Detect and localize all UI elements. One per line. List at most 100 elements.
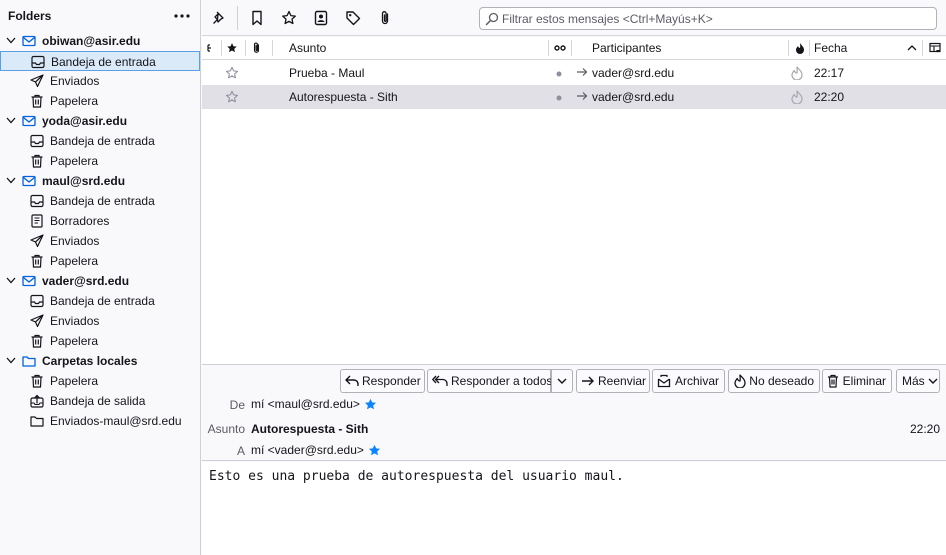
thread-row[interactable]: Prueba - Maul vader@srd.edu 22:17: [202, 61, 946, 85]
account-row[interactable]: Carpetas locales: [0, 351, 200, 371]
folder-label: Bandeja de entrada: [50, 194, 155, 208]
folder-row[interactable]: Bandeja de entrada: [0, 51, 200, 71]
envelope-icon: [22, 274, 36, 288]
thread-column-icon[interactable]: [554, 37, 566, 59]
folder-row[interactable]: Enviados: [0, 311, 200, 331]
tag-icon[interactable]: [343, 8, 363, 28]
column-picker-icon[interactable]: [929, 37, 941, 59]
folder-row[interactable]: Papelera: [0, 251, 200, 271]
attachment-column-icon[interactable]: [251, 37, 262, 59]
column-date[interactable]: Fecha: [814, 37, 847, 59]
folder-row[interactable]: Papelera: [0, 151, 200, 171]
send-icon: [30, 314, 44, 328]
column-separator: [809, 40, 810, 56]
folder-label: Bandeja de salida: [50, 394, 146, 408]
reply-all-dropdown[interactable]: [551, 369, 573, 393]
contact-star-icon[interactable]: [368, 444, 381, 457]
folder-row[interactable]: Enviados: [0, 231, 200, 251]
account-label: obiwan@asir.edu: [42, 34, 141, 48]
from-field[interactable]: mí <maul@srd.edu>: [251, 397, 377, 411]
account-label: maul@srd.edu: [42, 174, 126, 188]
forward-label: Reenviar: [598, 374, 647, 388]
delete-button[interactable]: Eliminar: [822, 369, 892, 393]
junk-column-icon[interactable]: [795, 37, 805, 59]
folder-label: Bandeja de entrada: [50, 134, 155, 148]
filter-messages-box: [479, 7, 937, 30]
folder-row[interactable]: Enviados-maul@srd.edu: [0, 411, 200, 431]
column-separator: [788, 40, 789, 56]
outgoing-arrow-icon: [576, 67, 588, 77]
more-horizontal-icon[interactable]: [173, 7, 191, 25]
account-label: vader@srd.edu: [42, 274, 130, 288]
folder-row[interactable]: Papelera: [0, 371, 200, 391]
to-field[interactable]: mí <vader@srd.edu>: [251, 443, 381, 457]
folder-row[interactable]: Bandeja de entrada: [0, 291, 200, 311]
junk-button[interactable]: No deseado: [728, 369, 820, 393]
folder-row[interactable]: Bandeja de entrada: [0, 191, 200, 211]
chevron-down-icon[interactable]: [6, 177, 16, 185]
date-value: 22:20: [909, 422, 940, 436]
reply-button[interactable]: Responder: [340, 369, 425, 393]
folder-row[interactable]: Bandeja de entrada: [0, 131, 200, 151]
unread-bookmark-icon[interactable]: [247, 8, 267, 28]
pin-icon[interactable]: [209, 8, 229, 28]
message-body-text: Esto es una prueba de autorespuesta del …: [209, 469, 624, 484]
outbox-icon: [30, 394, 44, 408]
contact-card-icon[interactable]: [311, 8, 331, 28]
inbox-icon: [30, 194, 44, 208]
star-column-icon[interactable]: [226, 37, 238, 59]
column-separator: [548, 40, 549, 56]
thread-column-picker-icon[interactable]: [206, 37, 214, 59]
chevron-down-icon[interactable]: [6, 37, 16, 45]
message-body: Esto es una prueba de autorespuesta del …: [202, 462, 946, 555]
trash-icon: [30, 94, 44, 108]
envelope-icon: [22, 114, 36, 128]
attachment-icon[interactable]: [375, 8, 395, 28]
flame-icon[interactable]: [791, 90, 803, 104]
folder-row[interactable]: Papelera: [0, 331, 200, 351]
from-label: De: [229, 398, 245, 412]
reply-all-button[interactable]: Responder a todos: [427, 369, 552, 393]
star-icon[interactable]: [225, 66, 239, 80]
filter-messages-input[interactable]: [502, 10, 932, 27]
folder-icon: [30, 414, 44, 428]
thread-correspondent: vader@srd.edu: [592, 90, 675, 104]
more-button[interactable]: Más: [896, 369, 940, 393]
account-row[interactable]: yoda@asir.edu: [0, 111, 200, 131]
forward-button[interactable]: Reenviar: [576, 369, 650, 393]
archive-button[interactable]: Archivar: [652, 369, 725, 393]
contact-star-icon[interactable]: [364, 398, 377, 411]
flame-icon[interactable]: [791, 66, 803, 80]
trash-icon: [30, 374, 44, 388]
chevron-down-icon[interactable]: [6, 117, 16, 125]
account-label: Carpetas locales: [42, 354, 138, 368]
unread-dot-icon[interactable]: [556, 71, 562, 77]
account-row[interactable]: vader@srd.edu: [0, 271, 200, 291]
message-header: Responder Responder a todos Reenviar Arc…: [202, 364, 946, 461]
folder-label: Papelera: [50, 94, 99, 108]
thread-date: 22:17: [814, 66, 845, 80]
thread-correspondent: vader@srd.edu: [592, 66, 675, 80]
chevron-down-icon[interactable]: [6, 357, 16, 365]
outgoing-arrow-icon: [576, 91, 588, 101]
folder-row[interactable]: Borradores: [0, 211, 200, 231]
inbox-icon: [30, 294, 44, 308]
star-icon[interactable]: [279, 8, 299, 28]
send-icon: [30, 74, 44, 88]
account-row[interactable]: maul@srd.edu: [0, 171, 200, 191]
sort-ascending-icon: [907, 37, 917, 59]
column-correspondents[interactable]: Participantes: [592, 37, 661, 59]
folder-row[interactable]: Papelera: [0, 91, 200, 111]
column-separator: [922, 40, 923, 56]
star-icon[interactable]: [225, 90, 239, 104]
thread-row[interactable]: Autorespuesta - Sith vader@srd.edu 22:20: [202, 85, 946, 109]
account-row[interactable]: obiwan@asir.edu: [0, 31, 200, 51]
folder-row[interactable]: Enviados: [0, 71, 200, 91]
unread-dot-icon[interactable]: [556, 95, 562, 101]
from-value: mí <maul@srd.edu>: [251, 397, 360, 411]
column-separator: [571, 40, 572, 56]
thread-subject: Autorespuesta - Sith: [289, 90, 398, 104]
folder-row[interactable]: Bandeja de salida: [0, 391, 200, 411]
column-subject[interactable]: Asunto: [289, 37, 326, 59]
chevron-down-icon[interactable]: [6, 277, 16, 285]
